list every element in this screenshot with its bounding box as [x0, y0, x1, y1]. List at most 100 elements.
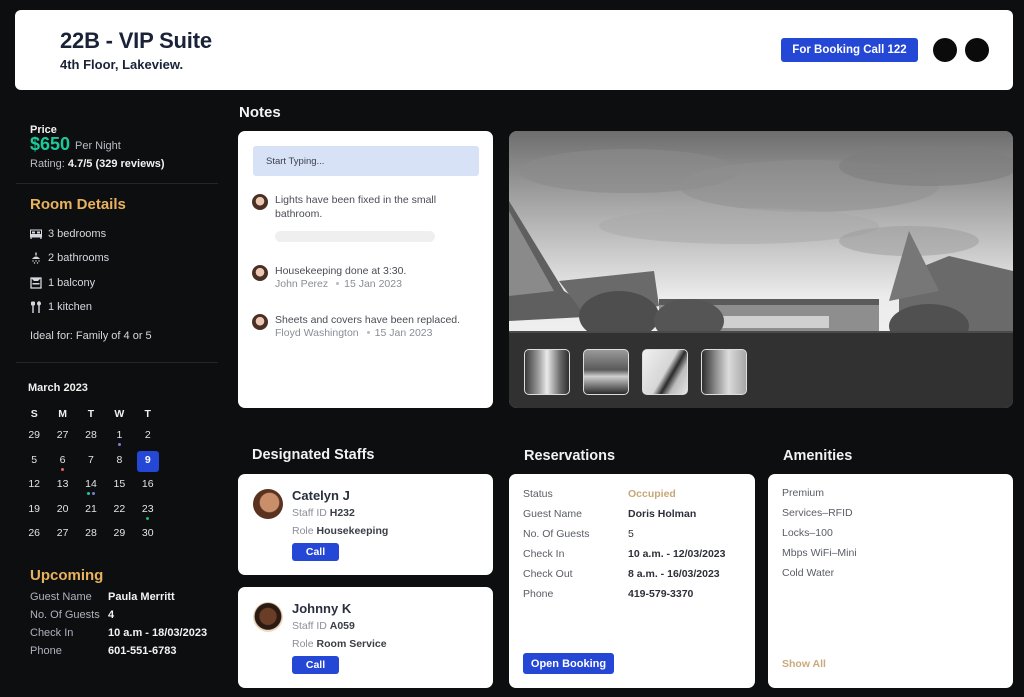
- note-author: Floyd Washington: [275, 327, 359, 339]
- room-location: 4th Floor, Lakeview.: [60, 57, 184, 72]
- calendar-day[interactable]: 13: [48, 475, 76, 500]
- call-button[interactable]: Call: [292, 656, 339, 674]
- detail-label: 1 kitchen: [48, 301, 93, 313]
- calendar-day[interactable]: 6: [48, 451, 76, 476]
- room-gallery[interactable]: [509, 131, 1013, 408]
- reservation-value: Doris Holman: [628, 508, 697, 520]
- day-number: 13: [56, 478, 69, 490]
- reservation-row: Check Out 8 a.m. - 16/03/2023: [523, 568, 720, 580]
- calendar-day[interactable]: 27: [48, 524, 76, 549]
- notes-title: Notes: [239, 104, 281, 121]
- calendar-day[interactable]: 28: [77, 524, 105, 549]
- menu-dot-icon[interactable]: [933, 38, 957, 62]
- calendar-day[interactable]: 26: [20, 524, 48, 549]
- note-input[interactable]: [253, 146, 479, 176]
- day-number: 23: [141, 502, 154, 515]
- avatar: [252, 194, 268, 210]
- calendar-day[interactable]: 14: [77, 475, 105, 500]
- calendar-day[interactable]: 20: [48, 500, 76, 525]
- thumbnail-room-photo[interactable]: [642, 349, 688, 395]
- day-number: 5: [31, 453, 38, 466]
- staff-card: Johnny K Staff ID A059 Role Room Service…: [238, 587, 493, 688]
- reservation-label: No. Of Guests: [523, 528, 590, 540]
- calendar-day[interactable]: 27: [48, 426, 76, 451]
- rating: Rating: 4.7/5 (329 reviews): [30, 158, 165, 170]
- day-number: 12: [28, 478, 41, 490]
- calendar-day[interactable]: 23: [134, 500, 162, 525]
- calendar-week: 26 27 28 29 30: [20, 524, 165, 549]
- calendar-day[interactable]: 7: [77, 451, 105, 476]
- calendar-day[interactable]: 29: [105, 524, 133, 549]
- calendar-day[interactable]: 19: [20, 500, 48, 525]
- day-number: 30: [141, 527, 154, 539]
- divider: [16, 183, 218, 184]
- calendar-day[interactable]: 15: [105, 475, 133, 500]
- separator-dot: [366, 331, 370, 334]
- calendar-day[interactable]: 21: [77, 500, 105, 525]
- staff-id-label: Staff ID: [292, 620, 327, 632]
- note-text: Sheets and covers have been replaced.: [275, 314, 461, 326]
- day-number: 21: [85, 502, 97, 515]
- booking-call-button[interactable]: For Booking Call 122: [781, 38, 918, 62]
- upcoming-label: Guest Name: [30, 591, 92, 603]
- calendar-day[interactable]: 16: [134, 475, 162, 500]
- day-number: 26: [28, 527, 41, 539]
- calendar-day[interactable]: 28: [77, 426, 105, 451]
- staff-id-label: Staff ID: [292, 507, 327, 519]
- reservation-value: 8 a.m. - 16/03/2023: [628, 568, 720, 580]
- detail-bathrooms: 2 bathrooms: [30, 252, 109, 264]
- staff-id-value: A059: [329, 620, 355, 632]
- upcoming-row: Check In 10 a.m - 18/03/2023: [30, 627, 207, 639]
- calendar-day[interactable]: 1: [105, 426, 133, 451]
- upcoming-label: Check In: [30, 627, 74, 639]
- calendar-week: 19 20 21 22 23: [20, 500, 165, 525]
- calendar-day[interactable]: 9: [134, 450, 162, 476]
- calendar-day[interactable]: 22: [105, 500, 133, 525]
- rating-value: 4.7/5 (329 reviews): [67, 158, 165, 170]
- avatar: [252, 265, 268, 281]
- weekday-label: T: [87, 408, 95, 420]
- day-number: 29: [113, 527, 126, 539]
- calendar-week: 5 6 7 8 9: [20, 450, 165, 476]
- day-number: 20: [56, 502, 69, 515]
- show-all-link[interactable]: Show All: [782, 658, 826, 670]
- calendar-day[interactable]: 12: [20, 475, 48, 500]
- detail-label: 3 bedrooms: [48, 228, 107, 240]
- reservation-value: 5: [628, 528, 634, 540]
- note-item: Housekeeping done at 3:30. John Perez 15 …: [252, 264, 406, 290]
- reservation-row: Status Occupied: [523, 488, 676, 500]
- event-dot-icon: [91, 492, 95, 495]
- rating-label: Rating:: [30, 158, 65, 170]
- status-badge: Occupied: [628, 488, 676, 500]
- calendar-day[interactable]: 8: [105, 451, 133, 476]
- reservation-label: Check In: [523, 548, 565, 560]
- calendar-day[interactable]: 5: [20, 451, 48, 476]
- detail-kitchen: 1 kitchen: [30, 301, 92, 313]
- calendar-day[interactable]: 30: [134, 524, 162, 549]
- call-button[interactable]: Call: [292, 543, 339, 561]
- thumbnail-lobby-photo[interactable]: [701, 349, 747, 395]
- reservation-row: Phone 419-579-3370: [523, 588, 693, 600]
- open-booking-button[interactable]: Open Booking: [523, 653, 614, 674]
- menu-dot-icon[interactable]: [965, 38, 989, 62]
- thumbnail-staff-photo[interactable]: [524, 349, 570, 395]
- day-number: 6: [59, 453, 66, 466]
- staff-card: Catelyn J Staff ID H232 Role Housekeepin…: [238, 474, 493, 575]
- note-date: 15 Jan 2023: [374, 327, 433, 339]
- reservation-row: Guest Name Doris Holman: [523, 508, 696, 520]
- staff-role-value: Housekeeping: [316, 525, 389, 537]
- separator-dot: [336, 282, 340, 285]
- detail-balcony: 1 balcony: [30, 277, 95, 289]
- event-dot-icon: [61, 467, 65, 471]
- staff-role-label: Role: [292, 525, 314, 537]
- calendar-day[interactable]: 29: [20, 426, 48, 451]
- thumbnail-restaurant-photo[interactable]: [583, 349, 629, 395]
- upcoming-value: 4: [108, 609, 115, 621]
- amenity-item: Premium: [782, 487, 825, 499]
- calendar-week: 29 27 28 1 2: [20, 426, 165, 451]
- room-header: 22B - VIP Suite 4th Floor, Lakeview. For…: [15, 10, 1013, 90]
- amenity-item: Services–RFID: [782, 507, 853, 519]
- day-number: 22: [113, 502, 126, 515]
- calendar-day[interactable]: 2: [134, 426, 162, 451]
- event-markers: [134, 516, 162, 520]
